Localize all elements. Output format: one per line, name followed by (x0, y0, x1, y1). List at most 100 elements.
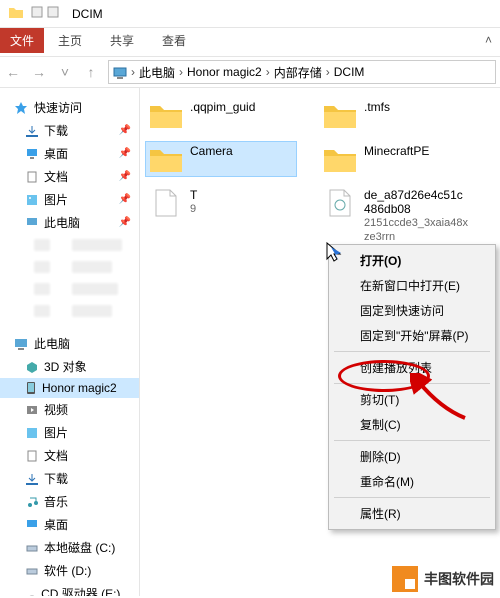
sidebar-item-pictures[interactable]: 图片📌 (0, 188, 139, 211)
file-name: .qqpim_guid (190, 100, 255, 114)
sidebar-item-thispc[interactable]: 此电脑📌 (0, 211, 139, 234)
sidebar-item-music[interactable]: 音乐 (0, 490, 139, 513)
pin-icon: 📌 (119, 171, 131, 182)
sidebar-label: 此电脑 (34, 335, 70, 352)
sidebar-item-downloads[interactable]: 下载 📌 (0, 119, 139, 142)
sidebar-item-cd[interactable]: CD 驱动器 (E:) HiSuite (0, 582, 139, 596)
nav-fwd-icon[interactable]: → (26, 64, 52, 80)
sidebar-item-downloads2[interactable]: 下载 (0, 467, 139, 490)
music-icon (26, 496, 38, 508)
ctx-pin-quick[interactable]: 固定到快速访问 (332, 298, 492, 323)
picture-icon (26, 427, 38, 439)
chevron-right-icon[interactable]: › (326, 65, 330, 79)
nav-row: ← → ˅ ↑ › 此电脑 › Honor magic2 › 内部存储 › DC… (0, 56, 500, 88)
file-item[interactable]: T9 (146, 186, 296, 260)
pc-icon (14, 338, 28, 350)
qat-item[interactable] (30, 5, 44, 22)
folder-icon (8, 5, 24, 22)
ctx-pin-start[interactable]: 固定到"开始"屏幕(P) (332, 323, 492, 348)
sidebar-item-label: 下载 (44, 122, 68, 139)
desktop-icon (26, 519, 38, 531)
sidebar-item-label: 音乐 (44, 493, 68, 510)
ctx-separator (334, 440, 490, 441)
folder-item[interactable]: .qqpim_guid (146, 98, 296, 132)
titlebar: DCIM (0, 0, 500, 28)
ribbon-tabs: 文件 主页 共享 查看 ˄ (0, 28, 500, 52)
crumb-pc[interactable]: 此电脑 (139, 64, 175, 81)
chevron-right-icon[interactable]: › (179, 65, 183, 79)
sidebar-item-device[interactable]: Honor magic2 (0, 378, 139, 398)
sidebar-quick-access[interactable]: 快速访问 (0, 96, 139, 119)
ctx-separator (334, 351, 490, 352)
tab-view[interactable]: 查看 (148, 28, 200, 53)
ribbon-collapse-icon[interactable]: ˄ (485, 33, 492, 47)
sidebar-label: 快速访问 (34, 99, 82, 116)
tab-file[interactable]: 文件 (0, 28, 44, 53)
desktop-icon (26, 148, 38, 160)
sidebar-item-videos[interactable]: 视频 (0, 398, 139, 421)
sidebar-item-documents2[interactable]: 文档 (0, 444, 139, 467)
crumb-folder[interactable]: DCIM (334, 65, 365, 79)
folder-item-selected[interactable]: Camera (146, 142, 296, 176)
ctx-rename[interactable]: 重命名(M) (332, 469, 492, 494)
sidebar-item-desktop[interactable]: 桌面📌 (0, 142, 139, 165)
sidebar-item-drive-c[interactable]: 本地磁盘 (C:) (0, 536, 139, 559)
pc-icon (26, 217, 38, 229)
folder-item[interactable]: .tmfs (320, 98, 470, 132)
file-sub: 2151ccde3_3xaia48xze3rrn (364, 216, 468, 244)
crumb-device[interactable]: Honor magic2 (187, 65, 262, 79)
ctx-delete[interactable]: 删除(D) (332, 444, 492, 469)
folder-icon (322, 144, 358, 174)
sidebar-item-desktop2[interactable]: 桌面 (0, 513, 139, 536)
tab-share[interactable]: 共享 (96, 28, 148, 53)
ctx-separator (334, 497, 490, 498)
sidebar-item-label: 本地磁盘 (C:) (44, 539, 115, 556)
phone-icon (26, 381, 36, 395)
sidebar-item-label: 3D 对象 (44, 358, 87, 375)
nav-back-icon[interactable]: ← (0, 64, 26, 80)
sidebar-item-label: 图片 (44, 191, 68, 208)
folder-icon (148, 100, 184, 130)
sidebar-item-documents[interactable]: 文档 📌 (0, 165, 139, 188)
ctx-new-window[interactable]: 在新窗口中打开(E) (332, 273, 492, 298)
sidebar-item-blurred[interactable] (0, 256, 139, 278)
video-icon (26, 404, 38, 416)
sidebar-item-label: Honor magic2 (42, 381, 117, 395)
sidebar-item-blurred[interactable] (0, 234, 139, 256)
sidebar-item-3d[interactable]: 3D 对象 (0, 355, 139, 378)
content-pane[interactable]: .qqpim_guid .tmfs Camera MinecraftPE T9 … (140, 88, 500, 596)
folder-item[interactable]: MinecraftPE (320, 142, 470, 176)
pin-icon: 📌 (119, 217, 131, 228)
drive-icon (26, 565, 38, 577)
sidebar-this-pc[interactable]: 此电脑 (0, 332, 139, 355)
chevron-right-icon[interactable]: › (266, 65, 270, 79)
ctx-separator (334, 383, 490, 384)
nav-up-icon[interactable]: ↑ (78, 64, 104, 80)
qat-item[interactable] (46, 5, 60, 22)
crumb-storage[interactable]: 内部存储 (274, 64, 322, 81)
disc-icon (26, 595, 35, 597)
pin-icon: 📌 (119, 125, 131, 136)
ctx-open[interactable]: 打开(O) (332, 248, 492, 273)
ctx-properties[interactable]: 属性(R) (332, 501, 492, 526)
file-icon (148, 188, 184, 218)
sidebar-item-pictures2[interactable]: 图片 (0, 421, 139, 444)
ctx-playlist[interactable]: 创建播放列表 (332, 355, 492, 380)
nav-dropdown-icon[interactable]: ˅ (52, 64, 78, 80)
chevron-right-icon[interactable]: › (131, 65, 135, 79)
ctx-cut[interactable]: 剪切(T) (332, 387, 492, 412)
sidebar-item-blurred[interactable] (0, 278, 139, 300)
file-sub: 9 (190, 202, 197, 216)
sidebar-item-label: 文档 (44, 447, 68, 464)
picture-icon (26, 194, 38, 206)
watermark-text: 丰图软件园 (424, 569, 494, 589)
sidebar-item-label: 软件 (D:) (44, 562, 91, 579)
ctx-copy[interactable]: 复制(C) (332, 412, 492, 437)
sidebar-item-label: 文档 (44, 168, 68, 185)
sidebar-item-blurred[interactable] (0, 300, 139, 322)
sidebar-item-drive-d[interactable]: 软件 (D:) (0, 559, 139, 582)
sidebar-item-label: 图片 (44, 424, 68, 441)
address-bar[interactable]: › 此电脑 › Honor magic2 › 内部存储 › DCIM (108, 60, 496, 84)
tab-home[interactable]: 主页 (44, 28, 96, 53)
watermark-logo-icon (392, 566, 418, 592)
